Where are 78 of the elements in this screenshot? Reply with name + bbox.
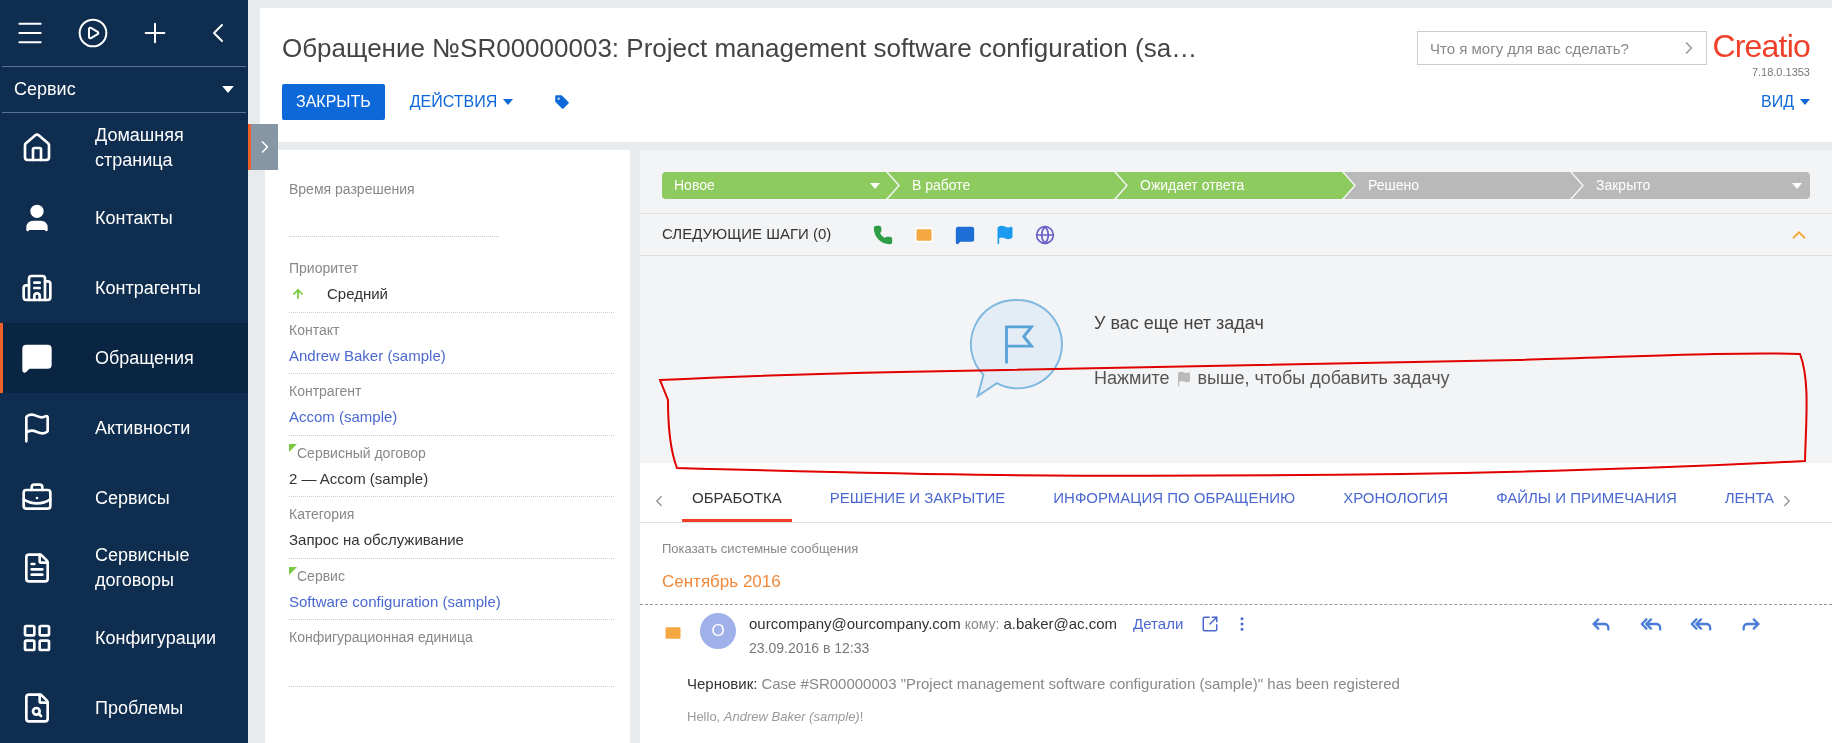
tab[interactable]: ЛЕНТА xyxy=(1714,478,1785,522)
field-value: 2 — Accom (sample) xyxy=(289,468,429,489)
email-body: Hello, Andrew Baker (sample)! xyxy=(687,708,864,726)
speech-bubble-icon xyxy=(21,342,53,374)
nav-item[interactable]: Активности xyxy=(0,393,248,463)
field-label: Сервис xyxy=(296,566,345,586)
flag-icon[interactable] xyxy=(995,224,1016,245)
nav-label: Домашняя страница xyxy=(95,124,185,172)
caret-icon xyxy=(222,86,234,94)
email-date: 23.09.2016 в 12:33 xyxy=(749,638,870,658)
workplace-dropdown[interactable]: Сервис xyxy=(2,67,246,113)
nav-item[interactable]: Конфигурации xyxy=(0,603,248,673)
version-label: 7.18.0.1353 xyxy=(1751,65,1810,80)
building-icon xyxy=(21,272,53,304)
nav-label: Сервисы xyxy=(95,486,171,510)
field-label: Приоритет xyxy=(289,259,359,278)
field-label: Время разрешения xyxy=(289,180,415,199)
nav-label: Конфигурации xyxy=(95,626,218,650)
field-value: Запрос на обслуживание xyxy=(289,530,464,550)
logo: Creatio xyxy=(1712,28,1810,64)
globe-icon[interactable] xyxy=(1035,224,1056,245)
nav-item[interactable]: Домашняя страница xyxy=(0,113,248,183)
tab[interactable]: РЕШЕНИЕ И ЗАКРЫТИЕ xyxy=(819,478,1016,522)
field-label: Контрагент xyxy=(289,382,362,401)
hint-text: выше, чтобы добавить задачу xyxy=(1197,367,1450,390)
details-link[interactable]: Детали xyxy=(1133,613,1184,636)
play-icon[interactable] xyxy=(76,17,109,50)
nav-item[interactable]: Сервисы xyxy=(0,463,248,533)
next-steps-title[interactable]: СЛЕДУЮЩИЕ ШАГИ (0) xyxy=(662,223,832,246)
grid-icon xyxy=(21,622,53,654)
caret-icon xyxy=(503,98,514,105)
phone-icon[interactable] xyxy=(873,224,894,245)
flag-icon xyxy=(1175,370,1192,387)
house-icon xyxy=(21,132,53,164)
nav-label: Обращения xyxy=(95,346,195,370)
tab[interactable]: ФАЙЛЫ И ПРИМЕЧАНИЯ xyxy=(1486,478,1687,522)
nav-item[interactable]: Контрагенты xyxy=(0,253,248,323)
field-value: Средний xyxy=(327,284,388,304)
nav-item[interactable]: Контакты xyxy=(0,183,248,253)
external-link-icon[interactable] xyxy=(1201,615,1220,634)
search-field[interactable]: Что я могу для вас сделать? xyxy=(1417,31,1707,65)
field-label: Категория xyxy=(289,505,355,524)
tab[interactable]: ХРОНОЛОГИЯ xyxy=(1333,478,1459,522)
tab[interactable]: ИНФОРМАЦИЯ ПО ОБРАЩЕНИЮ xyxy=(1043,478,1306,522)
view-button[interactable]: ВИД xyxy=(1761,89,1810,114)
hint-text: Нажмите xyxy=(1094,367,1170,390)
recipient-address: a.baker@ac.com xyxy=(1003,614,1118,634)
field-label: Конфигурационная единица xyxy=(289,628,473,647)
email-subject: Case #SR00000003 "Project management software configuration (sample)" has been registered xyxy=(761,673,1400,694)
nav-label: Контрагенты xyxy=(95,276,202,300)
recipient-label: кому: xyxy=(964,614,1000,634)
caret-icon xyxy=(870,182,880,189)
field-label: Сервисный договор xyxy=(296,443,426,463)
tab[interactable]: ОБРАБОТКА xyxy=(682,478,792,522)
tag-icon[interactable] xyxy=(553,92,572,111)
month-heading: Сентябрь 2016 xyxy=(662,570,781,593)
nav-label: Контакты xyxy=(95,206,174,230)
caret-icon xyxy=(1800,98,1810,105)
nav-label: Сервисные договоры xyxy=(95,544,191,592)
nav-item[interactable]: Проблемы xyxy=(0,673,248,743)
page-title: Обращение №SR00000003: Project management software configuration (sa… xyxy=(282,32,1199,65)
caret-icon xyxy=(1792,182,1802,189)
nav-label: Активности xyxy=(95,416,192,440)
show-system-messages-link[interactable]: Показать системные сообщения xyxy=(662,539,859,559)
nav-item[interactable]: Обращения xyxy=(0,323,248,393)
nav-item[interactable]: Сервисные договоры xyxy=(0,533,248,603)
draft-label: Черновик: xyxy=(687,673,758,694)
avatar: O xyxy=(700,613,736,649)
nav-label: Проблемы xyxy=(95,696,185,720)
field-link[interactable]: Accom (sample) xyxy=(289,406,398,429)
chat-icon[interactable] xyxy=(955,224,976,245)
field-link[interactable]: Software configuration (sample) xyxy=(289,590,501,613)
field-link[interactable]: Andrew Baker (sample) xyxy=(289,344,446,367)
sender-address: ourcompany@ourcompany.com xyxy=(749,614,961,634)
close-button[interactable]: ЗАКРЫТЬ xyxy=(282,83,385,120)
empty-state-title: У вас еще нет задач xyxy=(1094,312,1265,335)
actions-button[interactable]: ДЕЙСТВИЯ xyxy=(409,89,514,114)
field-label: Контакт xyxy=(289,320,340,340)
